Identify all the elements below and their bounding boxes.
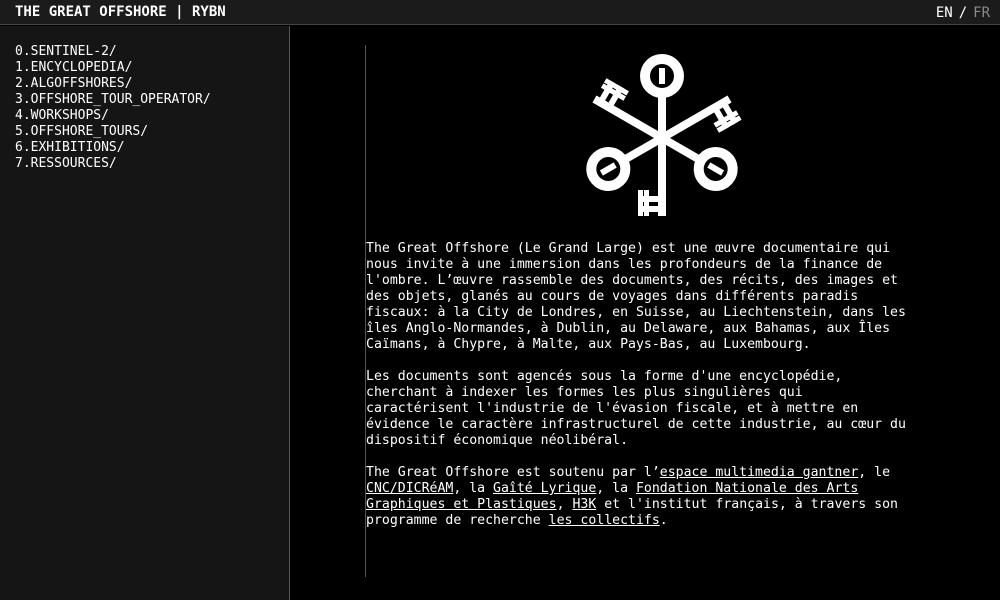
menu-item-offshore-tour-operator[interactable]: 3.OFFSHORE_TOUR_OPERATOR/ (15, 92, 211, 108)
menu-item-ressources[interactable]: 7.RESSOURCES/ (15, 156, 211, 172)
language-switcher: EN / FR (936, 5, 990, 21)
menu-item-workshops[interactable]: 4.WORKSHOPS/ (15, 108, 211, 124)
menu-item-encyclopedia[interactable]: 1.ENCYCLOPEDIA/ (15, 60, 211, 76)
link-gaite-lyrique[interactable]: Gaîté Lyrique (493, 481, 596, 496)
intro-text: The Great Offshore (Le Grand Large) est … (366, 241, 906, 545)
link-espace-multimedia-gantner[interactable]: espace multimedia gantner (660, 465, 859, 480)
support-text: , (556, 497, 573, 512)
support-text: , le (858, 465, 891, 480)
support-text: . (659, 513, 668, 528)
intro-paragraph-2: Les documents sont agencés sous la forme… (366, 369, 906, 448)
link-cnc-dicream[interactable]: CNC/DICRéAM (366, 481, 453, 496)
support-paragraph: The Great Offshore est soutenu par l’esp… (366, 465, 906, 529)
top-bar: THE GREAT OFFSHORE | RYBN EN / FR (0, 0, 1000, 25)
crossed-keys-logo-icon (578, 54, 747, 216)
support-text: The Great Offshore est soutenu par l’ (366, 465, 660, 480)
main-content: The Great Offshore (Le Grand Large) est … (291, 26, 1000, 600)
support-text: , la (596, 481, 636, 496)
sidebar-menu: 0.SENTINEL-2/ 1.ENCYCLOPEDIA/ 2.ALGOFFSH… (15, 44, 211, 172)
menu-item-sentinel-2[interactable]: 0.SENTINEL-2/ (15, 44, 211, 60)
menu-item-exhibitions[interactable]: 6.EXHIBITIONS/ (15, 140, 211, 156)
link-h3k[interactable]: H3K (572, 497, 596, 512)
intro-paragraph-1: The Great Offshore (Le Grand Large) est … (366, 241, 906, 352)
support-text: , la (453, 481, 494, 496)
lang-fr-link[interactable]: FR (973, 5, 990, 21)
menu-item-algoffshores[interactable]: 2.ALGOFFSHORES/ (15, 76, 211, 92)
lang-separator: / (958, 5, 968, 21)
sidebar: 0.SENTINEL-2/ 1.ENCYCLOPEDIA/ 2.ALGOFFSH… (0, 26, 290, 600)
menu-item-offshore-tours[interactable]: 5.OFFSHORE_TOURS/ (15, 124, 211, 140)
link-les-collectifs[interactable]: les collectifs (549, 513, 660, 528)
lang-en-link[interactable]: EN (936, 5, 953, 21)
site-title[interactable]: THE GREAT OFFSHORE | RYBN (15, 4, 226, 20)
